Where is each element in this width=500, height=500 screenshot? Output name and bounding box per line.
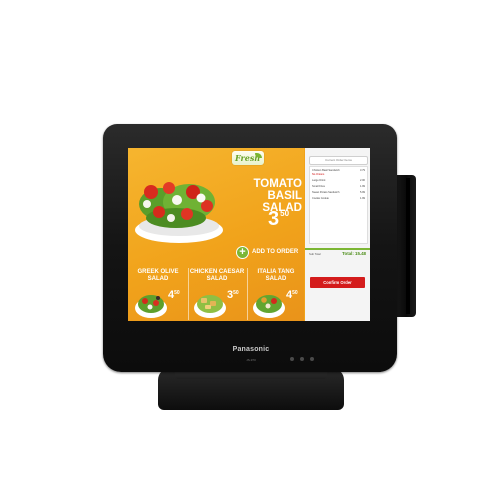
menu-panel: Fresh TOMATO BASIL SALAD 350 + ADD TO OR… [128, 148, 304, 321]
order-line[interactable]: Chicken Basil Sandwich 3.79 No Onions [312, 169, 365, 176]
menu-item-name: CHICKEN CAESAR SALAD [189, 269, 245, 283]
menu-item-name-line1: GREEK OLIVE [137, 269, 179, 275]
order-line-note: No Onions [312, 173, 325, 176]
model-label: JS-970 [246, 358, 256, 362]
italia-salad-image [253, 295, 285, 318]
featured-title-line1: TOMATO BASIL [253, 178, 302, 202]
order-list[interactable]: Chicken Basil Sandwich 3.79 No Onions La… [309, 166, 368, 244]
menu-item-chicken-caesar[interactable]: CHICKEN CAESAR SALAD 350 [189, 266, 247, 321]
order-line-price: 1.99 [359, 185, 365, 188]
card-reader-slot [406, 178, 410, 314]
featured-price-cents: 50 [280, 209, 290, 218]
subtotal-label: Sub Total [309, 252, 321, 256]
order-line[interactable]: Sweet Potato Sandwich 5.99 [312, 191, 365, 194]
menu-item-price-cents: 50 [233, 290, 239, 296]
plus-icon: + [236, 245, 249, 259]
menu-item-italia-tang[interactable]: ITALIA TANG SALAD 450 [248, 266, 306, 321]
order-line[interactable]: Small Fries 1.99 [312, 185, 365, 188]
menu-item-name-line1: CHICKEN CAESAR [189, 269, 245, 275]
menu-item-price: 450 [168, 289, 180, 301]
status-led-3 [310, 357, 314, 361]
order-line-price: 2.00 [359, 179, 365, 182]
order-line-name: Chicken Basil Sandwich [312, 169, 340, 172]
menu-item-name-line1: ITALIA TANG [257, 269, 295, 275]
featured-title: TOMATO BASIL SALAD [220, 178, 302, 214]
order-line-name: Cookie Cookie [312, 197, 329, 200]
order-total: Total: 15.48 [342, 251, 366, 256]
order-header: Current Order Items [309, 156, 368, 165]
order-line[interactable]: Large Drink 2.00 [312, 179, 365, 182]
order-line[interactable]: Cookie Cookie 1.99 [312, 197, 365, 200]
greek-salad-image [135, 295, 167, 318]
featured-price-main: 3 [268, 208, 280, 230]
add-to-order-button[interactable]: + ADD TO ORDER [236, 244, 298, 260]
menu-item-greek-olive[interactable]: GREEK OLIVE SALAD 450 [130, 266, 188, 321]
menu-item-price: 450 [286, 289, 298, 301]
order-line-name: Sweet Potato Sandwich [312, 191, 340, 194]
order-line-name: Small Fries [312, 185, 325, 188]
order-divider [305, 248, 370, 250]
order-line-price: 5.99 [359, 191, 365, 194]
order-line-price: 3.79 [359, 169, 365, 172]
status-led-2 [300, 357, 304, 361]
add-to-order-label: ADD TO ORDER [252, 249, 299, 255]
menu-item-price-cents: 50 [174, 290, 180, 296]
status-led-1 [290, 357, 294, 361]
pos-screen: Fresh TOMATO BASIL SALAD 350 + ADD TO OR… [128, 148, 370, 321]
fresh-logo: Fresh [232, 151, 264, 165]
confirm-order-button[interactable]: Confirm Order [310, 277, 365, 288]
featured-title-line2: SALAD [262, 202, 302, 214]
menu-item-price: 350 [227, 289, 239, 301]
order-panel: Current Order Items Chicken Basil Sandwi… [305, 148, 370, 321]
order-line-price: 1.99 [359, 197, 365, 200]
order-line-name: Large Drink [312, 179, 326, 182]
menu-item-name: ITALIA TANG SALAD [248, 269, 304, 283]
menu-item-name: GREEK OLIVE SALAD [130, 269, 186, 283]
brand-logo: Panasonic [232, 346, 270, 353]
featured-salad-image[interactable] [131, 174, 227, 246]
caesar-salad-image [194, 295, 226, 318]
featured-price: 350 [268, 208, 289, 231]
menu-item-price-cents: 50 [292, 290, 298, 296]
